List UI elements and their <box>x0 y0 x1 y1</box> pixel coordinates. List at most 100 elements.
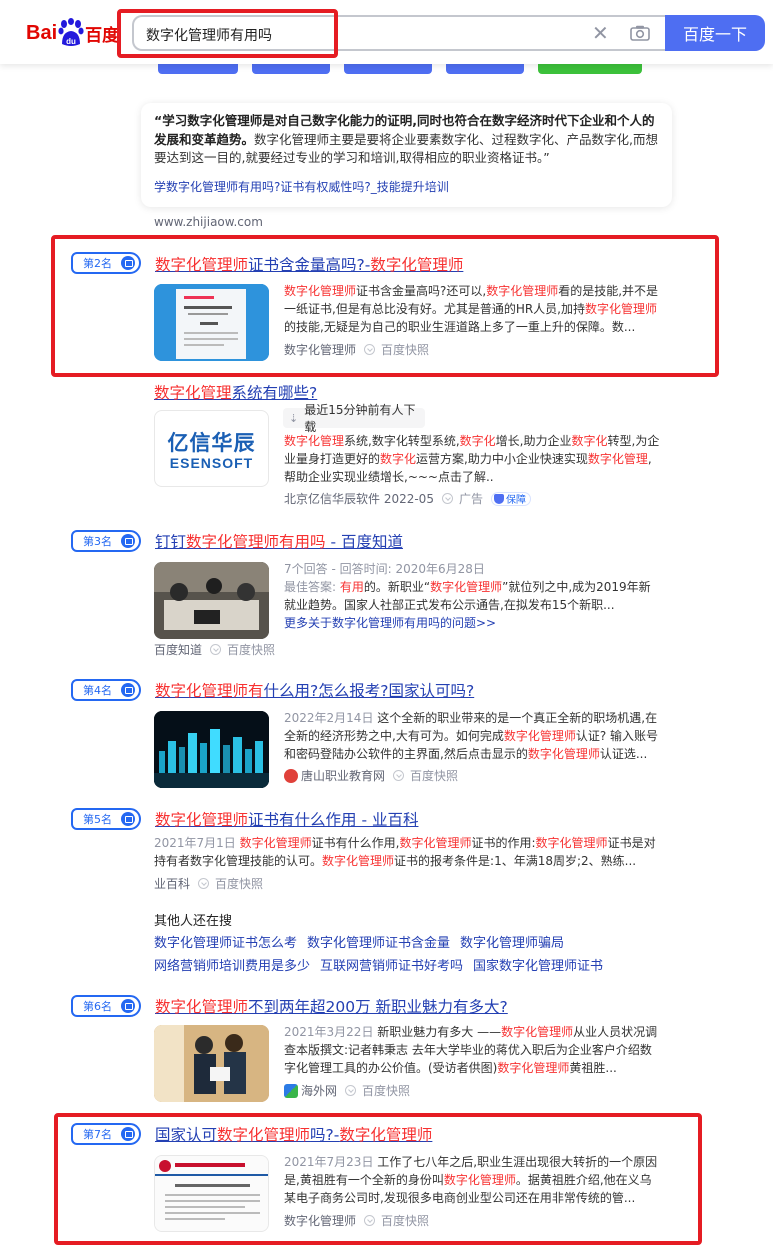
result-thumbnail[interactable] <box>154 562 269 639</box>
result-thumbnail[interactable] <box>154 1025 269 1102</box>
source-name[interactable]: 北京亿信华辰软件 2022-05 <box>284 490 434 507</box>
source-name[interactable]: 唐山职业教育网 <box>301 767 385 784</box>
best-answer-label: 最佳答案: <box>284 580 340 594</box>
title-highlight: 数字化管理师 <box>155 998 249 1016</box>
abstract-highlight: 数字化管理师 <box>527 747 600 761</box>
clear-icon[interactable]: ✕ <box>592 21 609 45</box>
result-title-4[interactable]: 数字化管理师有什么用?怎么报考?国家认可吗? <box>155 679 474 701</box>
abstract-text: 增长,助力企业 <box>495 434 572 448</box>
title-text: 证书含金量高吗?- <box>248 256 371 274</box>
baidu-logo[interactable]: Bai du 百度 <box>26 16 119 50</box>
title-highlight: 数字化管理 <box>154 384 232 402</box>
digital-city-image <box>154 711 269 788</box>
abstract-text: 认证选... <box>599 747 648 761</box>
title-text: 什么用?怎么报考?国家认可吗? <box>263 682 475 700</box>
result-thumbnail[interactable] <box>154 284 269 361</box>
abstract-text: 黄祖胜... <box>569 1061 617 1075</box>
ad-abstract: 数字化管理系统,数字化转型系统,数字化增长,助力企业数字化转型,为企业量身打造更… <box>284 432 662 486</box>
title-text: - 百度知道 <box>325 533 403 551</box>
logo-text-baidu: 百度 <box>85 25 120 46</box>
result-date: 2022年2月14日 <box>284 711 374 725</box>
result-title-1[interactable]: 数字化管理师证书含金量高吗?-数字化管理师 <box>155 253 463 275</box>
rank-badge: 第3名 <box>71 530 141 552</box>
ad-logo-cn: 亿信华辰 <box>167 431 256 455</box>
header-bar: Bai du 百度 数字化管理师有用吗 ✕ 百度一下 <box>0 0 773 64</box>
result-title-7[interactable]: 国家认可数字化管理师吗?-数字化管理师 <box>155 1123 432 1145</box>
snapshot-link[interactable]: 百度快照 <box>381 1212 429 1229</box>
snapshot-link[interactable]: 百度快照 <box>215 875 263 892</box>
snippet-link[interactable]: 学数字化管理师有用吗?证书有权威性吗?_技能提升培训 <box>154 178 449 195</box>
guarantee-badge[interactable]: 保障 <box>490 491 531 506</box>
result-thumbnail[interactable] <box>154 1155 269 1232</box>
source-name[interactable]: 海外网 <box>301 1082 337 1099</box>
result-source: 业百科 百度快照 <box>154 875 263 892</box>
ad-logo[interactable]: 亿信华辰 ESENSOFT <box>154 410 269 487</box>
title-highlight: 数字化管理师 <box>155 256 249 274</box>
rank-badge-label: 第3名 <box>83 535 112 548</box>
snapshot-link[interactable]: 百度快照 <box>227 641 275 658</box>
rank-badge-icon <box>121 683 135 697</box>
camera-icon[interactable] <box>630 25 650 41</box>
search-box[interactable]: 数字化管理师有用吗 ✕ <box>132 15 665 51</box>
verified-icon <box>364 344 376 355</box>
rank-badge-icon <box>121 256 135 270</box>
site-favicon-icon <box>284 768 298 783</box>
search-button[interactable]: 百度一下 <box>665 15 765 51</box>
result-source: 数字化管理师 百度快照 <box>284 1212 429 1229</box>
abstract-text: 系统,数字化转型系统, <box>344 434 460 448</box>
title-text: 不到两年超200万 新职业魅力有多大? <box>248 998 508 1016</box>
paw-icon: du <box>58 18 84 46</box>
snapshot-link[interactable]: 百度快照 <box>410 767 458 784</box>
result-title-5[interactable]: 数字化管理师证书有什么作用 - 业百科 <box>155 808 418 830</box>
site-favicon-icon <box>284 1083 298 1098</box>
related-search-link[interactable]: 互联网营销师证书好考吗 <box>320 955 463 974</box>
abstract-highlight: 数字化管理师 <box>399 836 472 850</box>
download-pill: ⇣ 最近15分钟前有人下载 <box>283 403 425 434</box>
abstract-highlight: 数字化管理师 <box>239 836 312 850</box>
snapshot-link[interactable]: 百度快照 <box>381 341 429 358</box>
title-text: 吗?- <box>310 1126 340 1144</box>
snapshot-link[interactable]: 百度快照 <box>362 1082 410 1099</box>
source-name[interactable]: 百度知道 <box>154 641 202 658</box>
abstract-highlight: 有用 <box>339 580 364 594</box>
title-text: 系统有哪些? <box>231 384 318 402</box>
verified-icon <box>198 878 210 889</box>
rank-badge-icon <box>121 534 135 548</box>
result-date: 2021年7月23日 <box>284 1155 374 1169</box>
rank-badge: 第5名 <box>71 808 141 830</box>
ad-title[interactable]: 数字化管理系统有哪些? <box>154 381 317 403</box>
related-search-link[interactable]: 数字化管理师证书含金量 <box>307 932 450 951</box>
source-name[interactable]: 业百科 <box>154 875 190 892</box>
abstract-highlight: 数字化管理师 <box>501 1025 574 1039</box>
search-input[interactable]: 数字化管理师有用吗 <box>146 25 272 45</box>
more-questions-link[interactable]: 更多关于数字化管理师有用吗的问题>> <box>284 614 496 631</box>
rank-badge-icon <box>121 1127 135 1141</box>
abstract-highlight: 数字化管理师 <box>284 284 357 298</box>
result-thumbnail[interactable] <box>154 711 269 788</box>
rank-badge-icon <box>121 812 135 826</box>
source-name[interactable]: 数字化管理师 <box>284 1212 356 1229</box>
logo-text-bai: Bai <box>26 21 58 44</box>
abstract-highlight: 数字化 <box>459 434 496 448</box>
snippet-site[interactable]: www.zhijiaow.com <box>154 215 263 229</box>
featured-snippet-card: “学习数字化管理师是对自己数字化能力的证明,同时也符合在数字经济时代下企业和个人… <box>141 103 672 207</box>
title-highlight: 数字化管理师有用吗 <box>186 533 326 551</box>
result-title-6[interactable]: 数字化管理师不到两年超200万 新职业魅力有多大? <box>155 995 508 1017</box>
rank-badge: 第4名 <box>71 679 141 701</box>
result-date: 2021年3月22日 <box>284 1025 374 1039</box>
verified-icon <box>210 644 222 655</box>
title-highlight: 数字化管理师有 <box>155 682 264 700</box>
result-title-3[interactable]: 钉钉数字化管理师有用吗 - 百度知道 <box>155 530 403 552</box>
result-source: 数字化管理师 百度快照 <box>284 341 429 358</box>
result-abstract: 2021年3月22日 新职业魅力有多大 ——数字化管理师从业人员状况调查本版撰文… <box>284 1023 662 1077</box>
abstract-highlight: 数字化管理 <box>284 434 345 448</box>
verified-icon <box>364 1215 376 1226</box>
abstract-highlight: 数字化管理 <box>587 452 648 466</box>
source-name[interactable]: 数字化管理师 <box>284 341 356 358</box>
related-search-link[interactable]: 国家数字化管理师证书 <box>473 955 603 974</box>
related-search-link[interactable]: 数字化管理师证书怎么考 <box>154 932 297 951</box>
related-search-link[interactable]: 数字化管理师骗局 <box>460 932 564 951</box>
related-search-link[interactable]: 网络营销师培训费用是多少 <box>154 955 310 974</box>
abstract-highlight: 数字化管理师 <box>486 284 559 298</box>
download-text: 最近15分钟前有人下载 <box>304 403 416 434</box>
